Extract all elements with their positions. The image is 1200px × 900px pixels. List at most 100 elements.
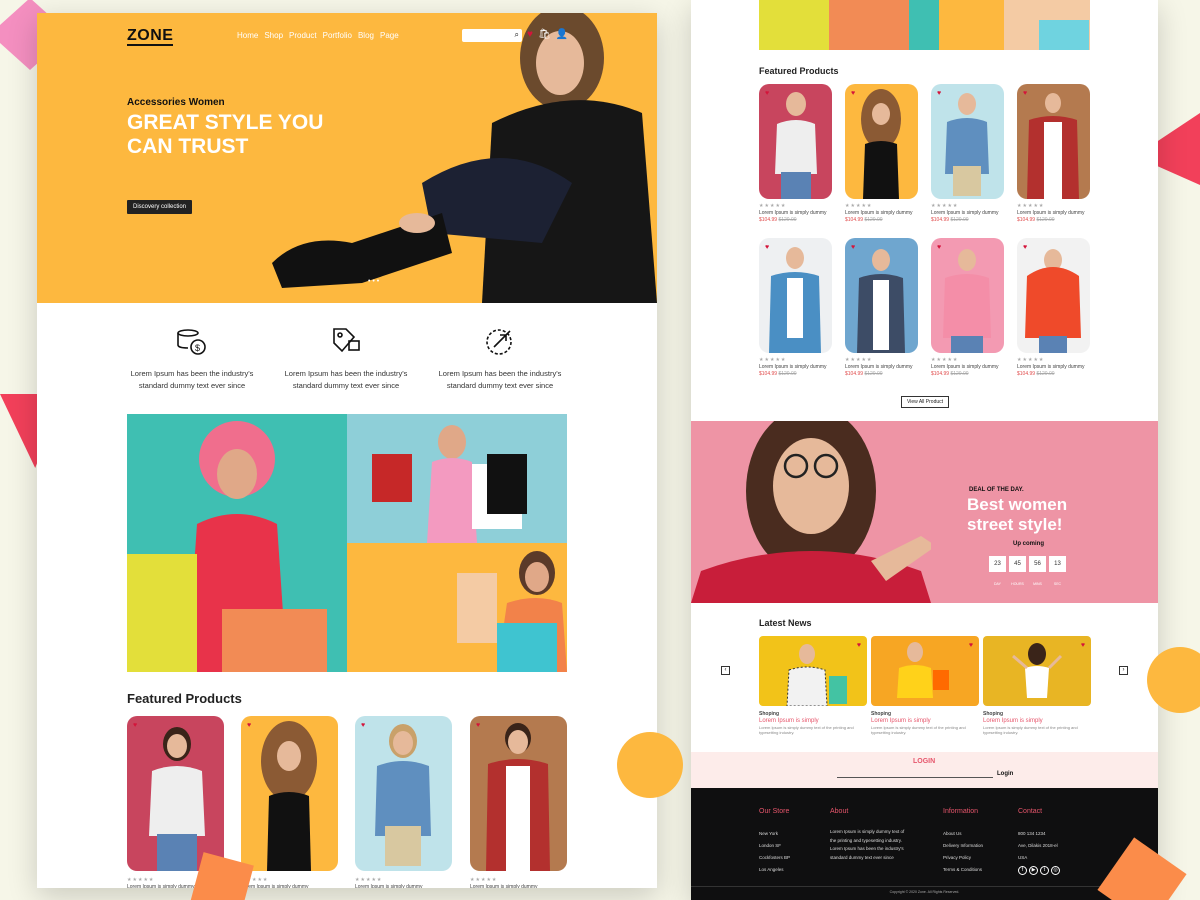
svg-text:$: $ bbox=[195, 343, 200, 353]
news-headline[interactable]: Lorem Ipsum is simply bbox=[983, 718, 1088, 725]
product-name[interactable]: Lorem Ipsum is simply dummy bbox=[845, 364, 913, 371]
nav-blog[interactable]: Blog bbox=[358, 31, 374, 40]
wishlist-heart-icon[interactable]: ♥ bbox=[937, 244, 941, 251]
news-heart-icon[interactable]: ♥ bbox=[969, 642, 973, 649]
wishlist-heart-icon[interactable]: ♥ bbox=[361, 722, 365, 729]
footer-link[interactable]: Cockfosters BP bbox=[759, 852, 790, 864]
product-card[interactable]: ♥ bbox=[1017, 84, 1090, 199]
product-price: $104.99 bbox=[759, 371, 778, 377]
wishlist-heart-icon[interactable]: ♥ bbox=[527, 29, 533, 40]
rating-stars: ★★★★★ bbox=[1017, 357, 1045, 363]
product-meta: ★★★★★ Lorem Ipsum is simply dummy $104.99 … bbox=[759, 357, 827, 378]
news-headline[interactable]: Lorem Ipsum is simply bbox=[871, 718, 976, 725]
deal-tag: DEAL OF THE DAY. bbox=[969, 487, 1024, 493]
news-heart-icon[interactable]: ♥ bbox=[1081, 642, 1085, 649]
countdown-label: MINS bbox=[1033, 582, 1042, 586]
nav-shop[interactable]: Shop bbox=[264, 31, 283, 40]
footer-heading: Our Store bbox=[759, 808, 790, 815]
product-card[interactable]: ♥ bbox=[845, 84, 918, 199]
product-card[interactable]: ♥ bbox=[759, 238, 832, 353]
news-card[interactable]: ♥ bbox=[983, 636, 1091, 706]
login-section: LOGIN Login bbox=[691, 752, 1158, 788]
product-name[interactable]: Lorem Ipsum is simply dummy bbox=[931, 210, 999, 217]
cart-icon[interactable]: 🛍 bbox=[538, 29, 551, 40]
footer-link[interactable]: Los Angeles bbox=[759, 864, 790, 876]
product-name[interactable]: Lorem Ipsum is simply dummy bbox=[759, 210, 827, 217]
product-name[interactable]: Lorem Ipsum is simply dummy bbox=[931, 364, 999, 371]
wishlist-heart-icon[interactable]: ♥ bbox=[1023, 244, 1027, 251]
discovery-collection-button[interactable]: Discovery collection bbox=[127, 200, 193, 214]
product-name[interactable]: Lorem Ipsum is simply dummy bbox=[241, 884, 309, 888]
product-card[interactable]: ♥ bbox=[931, 238, 1004, 353]
product-old-price: $120.00 bbox=[950, 217, 969, 223]
footer-link[interactable]: London SF bbox=[759, 840, 790, 852]
wishlist-heart-icon[interactable]: ♥ bbox=[937, 90, 941, 97]
product-card[interactable]: ♥ bbox=[127, 716, 224, 871]
login-input[interactable] bbox=[837, 774, 993, 778]
news-card[interactable]: ♥ bbox=[871, 636, 979, 706]
brand-logo[interactable]: ZONE bbox=[127, 28, 174, 46]
footer-link[interactable]: Terms & Conditions bbox=[943, 864, 983, 876]
product-meta: ★★★★★ Lorem Ipsum is simply dummy $104.99 … bbox=[931, 357, 999, 378]
product-price: $104.99 bbox=[931, 371, 950, 377]
product-card[interactable]: ♥ bbox=[241, 716, 338, 871]
product-card[interactable]: ♥ bbox=[1017, 238, 1090, 353]
homepage-right: Featured Products ♥ ♥ ♥ ♥ ★★★★★ Lorem Ips… bbox=[691, 0, 1158, 900]
wishlist-heart-icon[interactable]: ♥ bbox=[765, 90, 769, 97]
nav-home[interactable]: Home bbox=[237, 31, 258, 40]
nav-product[interactable]: Product bbox=[289, 31, 317, 40]
twitter-icon[interactable]: t bbox=[1040, 866, 1049, 875]
wishlist-heart-icon[interactable]: ♥ bbox=[1023, 90, 1027, 97]
product-name[interactable]: Lorem Ipsum is simply dummy bbox=[1017, 364, 1085, 371]
login-button[interactable]: Login bbox=[997, 771, 1013, 777]
countdown-label: SEC bbox=[1053, 582, 1062, 586]
product-card[interactable]: ♥ bbox=[355, 716, 452, 871]
wishlist-heart-icon[interactable]: ♥ bbox=[247, 722, 251, 729]
slider-dots[interactable]: • • • bbox=[368, 278, 379, 285]
feature-text: Lorem Ipsum has been the industry's stan… bbox=[130, 369, 254, 390]
news-category: Shoping bbox=[759, 711, 779, 717]
footer-link[interactable]: New York bbox=[759, 828, 790, 840]
view-all-product-button[interactable]: View All Product bbox=[901, 396, 950, 408]
product-card[interactable]: ♥ bbox=[931, 84, 1004, 199]
news-prev-arrow-icon[interactable]: ‹ bbox=[721, 666, 730, 675]
footer-link[interactable]: Delivery Information bbox=[943, 840, 983, 852]
nav-page[interactable]: Page bbox=[380, 31, 399, 40]
copyright: Copyright © 2020 Zone. All Rights Reserv… bbox=[889, 890, 960, 894]
nav-portfolio[interactable]: Portfolio bbox=[323, 31, 352, 40]
news-card[interactable]: ♥ bbox=[759, 636, 867, 706]
footer-link[interactable]: About Us bbox=[943, 828, 983, 840]
product-card[interactable]: ♥ bbox=[845, 238, 918, 353]
product-name[interactable]: Lorem Ipsum is simply dummy bbox=[127, 884, 195, 888]
product-card[interactable]: ♥ bbox=[759, 84, 832, 199]
wishlist-heart-icon[interactable]: ♥ bbox=[476, 722, 480, 729]
wishlist-heart-icon[interactable]: ♥ bbox=[851, 244, 855, 251]
product-meta: ★★★★★ Lorem Ipsum is simply dummy bbox=[355, 877, 423, 888]
product-name[interactable]: Lorem Ipsum is simply dummy bbox=[1017, 210, 1085, 217]
feature-text: Lorem Ipsum has been the industry's stan… bbox=[284, 369, 408, 390]
instagram-icon[interactable]: ◎ bbox=[1051, 866, 1060, 875]
news-next-arrow-icon[interactable]: › bbox=[1119, 666, 1128, 675]
countdown-day: 23 bbox=[989, 556, 1006, 572]
product-name[interactable]: Lorem Ipsum is simply dummy bbox=[355, 884, 423, 888]
youtube-icon[interactable]: ▶ bbox=[1029, 866, 1038, 875]
collage-bottom-strip bbox=[759, 0, 1090, 50]
wishlist-heart-icon[interactable]: ♥ bbox=[851, 90, 855, 97]
footer-link[interactable]: Privacy Policy bbox=[943, 852, 983, 864]
product-name[interactable]: Lorem Ipsum is simply dummy bbox=[759, 364, 827, 371]
product-name[interactable]: Lorem Ipsum is simply dummy bbox=[845, 210, 913, 217]
rating-stars: ★★★★★ bbox=[1017, 203, 1045, 209]
facebook-icon[interactable]: f bbox=[1018, 866, 1027, 875]
hero-subtitle: Accessories Women bbox=[127, 97, 225, 108]
news-headline[interactable]: Lorem Ipsum is simply bbox=[759, 718, 864, 725]
product-old-price: $120.00 bbox=[864, 217, 883, 223]
search-icon[interactable]: ⌕ bbox=[515, 30, 519, 40]
product-card[interactable]: ♥ bbox=[470, 716, 567, 871]
feature-item: Lorem Ipsum has been the industry's stan… bbox=[271, 325, 421, 392]
news-heart-icon[interactable]: ♥ bbox=[857, 642, 861, 649]
wishlist-heart-icon[interactable]: ♥ bbox=[765, 244, 769, 251]
wishlist-heart-icon[interactable]: ♥ bbox=[133, 722, 137, 729]
product-name[interactable]: Lorem Ipsum is simply dummy bbox=[470, 884, 538, 888]
user-icon[interactable]: 👤 bbox=[556, 29, 568, 40]
search-input[interactable]: ⌕ bbox=[462, 29, 522, 42]
